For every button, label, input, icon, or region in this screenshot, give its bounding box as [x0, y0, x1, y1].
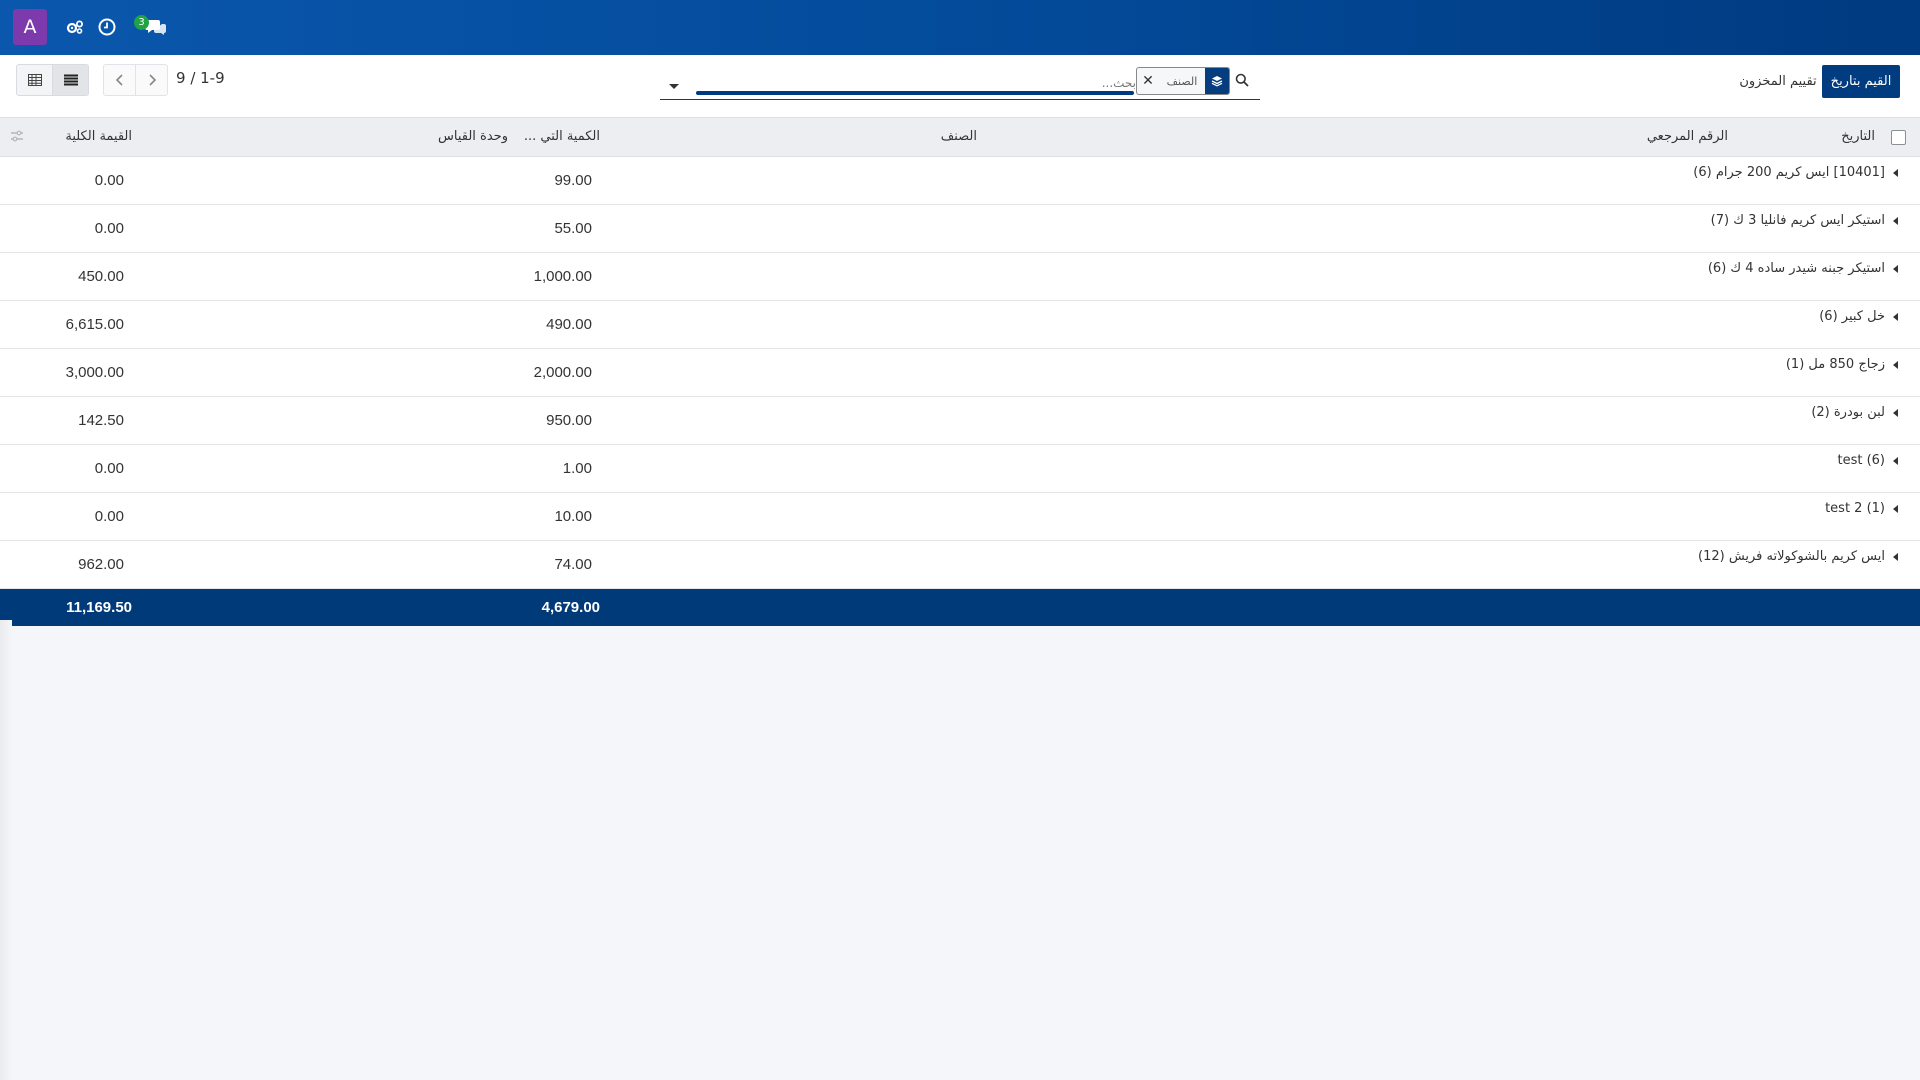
group-row-toggle: [10401] ايس كريم 200 جرام (6)	[1693, 165, 1898, 180]
group-row-toggle: test (6)	[1837, 453, 1898, 468]
group-value: 3,000.00	[65, 364, 124, 381]
group-label: استيكر ايس كريم فانليا 3 ك (7)	[1710, 213, 1885, 228]
control-panel: 9 / 1-9 ✕ الصنف تقييم المخزون	[0, 55, 1920, 118]
list-view-icon[interactable]	[52, 65, 88, 95]
caret-left-icon	[1893, 312, 1898, 321]
column-header-total-value[interactable]: القيمة الكلية	[65, 129, 132, 144]
column-header-product[interactable]: الصنف	[941, 129, 977, 144]
search-bar: ✕ الصنف	[660, 67, 1260, 100]
optional-columns-icon[interactable]	[10, 130, 24, 146]
group-quantity: 1.00	[562, 460, 592, 477]
group-row[interactable]: test (6) 1.00 0.00	[0, 445, 1920, 493]
settings-cogs-icon[interactable]	[64, 16, 86, 38]
group-value: 0.00	[94, 172, 124, 189]
left-edge-shade	[0, 620, 12, 1080]
caret-left-icon	[1893, 264, 1898, 273]
pager-value[interactable]: 9 / 1-9	[176, 69, 225, 87]
group-value: 6,615.00	[65, 316, 124, 333]
pager-previous-button[interactable]	[104, 65, 135, 95]
group-row-toggle: خل كبير (6)	[1819, 309, 1898, 324]
pager-range: 1-9	[200, 69, 225, 87]
group-row[interactable]: زجاج 850 مل (1) 2,000.00 3,000.00	[0, 349, 1920, 397]
group-quantity: 1,000.00	[533, 268, 592, 285]
pivot-view-icon[interactable]	[17, 65, 52, 95]
facet-remove-icon[interactable]: ✕	[1137, 68, 1159, 94]
total-quantity: 4,679.00	[541, 599, 600, 616]
group-row[interactable]: استيكر جبنه شيدر ساده 4 ك (6) 1,000.00 4…	[0, 253, 1920, 301]
group-row-toggle: استيكر ايس كريم فانليا 3 ك (7)	[1711, 213, 1898, 228]
group-quantity: 490.00	[546, 316, 592, 333]
caret-left-icon	[1893, 552, 1898, 561]
caret-left-icon	[1893, 168, 1898, 177]
group-row-toggle: زجاج 850 مل (1)	[1786, 357, 1898, 372]
pager-nav	[103, 64, 168, 96]
group-label: استيكر جبنه شيدر ساده 4 ك (6)	[1707, 261, 1885, 276]
search-progress-line	[696, 91, 1134, 95]
group-label: test 2 (1)	[1825, 501, 1885, 516]
group-value: 0.00	[94, 220, 124, 237]
column-header-date[interactable]: التاريخ	[1841, 129, 1875, 144]
group-row[interactable]: خل كبير (6) 490.00 6,615.00	[0, 301, 1920, 349]
group-value: 450.00	[78, 268, 124, 285]
top-navbar: A 3	[0, 0, 1920, 55]
chat-badge: 3	[134, 15, 149, 30]
search-icon[interactable]	[1235, 72, 1249, 91]
column-header-reference[interactable]: الرقم المرجعي	[1647, 129, 1728, 144]
group-quantity: 99.00	[554, 172, 592, 189]
facet-value: الصنف	[1166, 74, 1198, 88]
clock-icon[interactable]	[96, 16, 118, 38]
list-view-table: التاريخ الرقم المرجعي الصنف الكمية التي …	[0, 118, 1920, 626]
group-value: 0.00	[94, 508, 124, 525]
group-row-toggle: ايس كريم بالشوكولاته فريش (12)	[1698, 549, 1898, 564]
group-quantity: 2,000.00	[533, 364, 592, 381]
caret-left-icon	[1893, 456, 1898, 465]
group-quantity: 10.00	[554, 508, 592, 525]
caret-left-icon	[1893, 504, 1898, 513]
group-label: test (6)	[1837, 453, 1885, 468]
pager-separator: /	[185, 69, 201, 87]
view-switcher	[16, 64, 89, 96]
total-value: 11,169.50	[66, 599, 132, 616]
group-quantity: 55.00	[554, 220, 592, 237]
group-label: زجاج 850 مل (1)	[1785, 357, 1885, 372]
group-quantity: 74.00	[554, 556, 592, 573]
caret-left-icon	[1893, 216, 1898, 225]
search-facet: ✕ الصنف	[1136, 67, 1230, 95]
pager-total: 9	[176, 69, 186, 87]
group-label: لبن بودرة (2)	[1811, 405, 1885, 420]
group-row-toggle: استيكر جبنه شيدر ساده 4 ك (6)	[1708, 261, 1898, 276]
group-row[interactable]: استيكر ايس كريم فانليا 3 ك (7) 55.00 0.0…	[0, 205, 1920, 253]
group-row[interactable]: ايس كريم بالشوكولاته فريش (12) 74.00 962…	[0, 541, 1920, 589]
group-row[interactable]: test 2 (1) 10.00 0.00	[0, 493, 1920, 541]
inventory-valuation-button[interactable]: تقييم المخزون	[1736, 65, 1820, 98]
groupby-layers-icon	[1205, 68, 1229, 94]
table-header: التاريخ الرقم المرجعي الصنف الكمية التي …	[0, 118, 1920, 157]
group-value: 142.50	[78, 412, 124, 429]
user-avatar[interactable]: A	[13, 9, 47, 45]
group-label: ايس كريم بالشوكولاته فريش (12)	[1697, 549, 1885, 564]
totals-row: 4,679.00 11,169.50	[0, 589, 1920, 626]
pager-next-button[interactable]	[135, 65, 167, 95]
group-quantity: 950.00	[546, 412, 592, 429]
group-row-toggle: test 2 (1)	[1825, 501, 1898, 516]
column-header-uom[interactable]: وحدة القياس	[438, 129, 508, 144]
group-label: خل كبير (6)	[1819, 309, 1885, 324]
select-all-checkbox[interactable]	[1891, 130, 1906, 145]
group-value: 962.00	[78, 556, 124, 573]
group-label: [10401] ايس كريم 200 جرام (6)	[1693, 165, 1885, 180]
values-at-date-button[interactable]: القيم بتاريخ	[1822, 65, 1900, 98]
group-row-toggle: لبن بودرة (2)	[1811, 405, 1898, 420]
caret-left-icon	[1893, 360, 1898, 369]
group-value: 0.00	[94, 460, 124, 477]
group-row[interactable]: لبن بودرة (2) 950.00 142.50	[0, 397, 1920, 445]
caret-left-icon	[1893, 408, 1898, 417]
column-header-quantity[interactable]: الكمية التي ...	[524, 129, 600, 144]
group-row[interactable]: [10401] ايس كريم 200 جرام (6) 99.00 0.00	[0, 157, 1920, 205]
search-options-caret-icon[interactable]	[668, 76, 680, 95]
